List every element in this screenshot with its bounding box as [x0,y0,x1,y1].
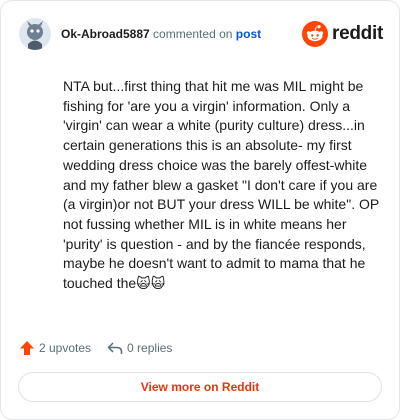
reply-icon [107,342,123,354]
user-avatar[interactable] [19,18,51,50]
comment-meta: Ok-Abroad5887 commented on post [61,27,261,41]
upvote-count: 2 upvotes [39,341,92,355]
embedded-comment-card: Ok-Abroad5887 commented on post reddit N… [0,0,400,420]
reply-count: 0 replies [127,341,173,355]
reddit-snoo-icon [302,21,329,47]
comment-actions: 2 upvotes 0 replies [19,337,172,359]
username[interactable]: Ok-Abroad5887 [61,27,150,41]
upvote-button[interactable]: 2 upvotes [19,340,91,356]
comment-body: NTA but...first thing that hit me was MI… [63,78,379,292]
reddit-wordmark: reddit [332,23,383,44]
view-more-button[interactable]: View more on Reddit [18,372,382,402]
upvote-arrow-icon [20,341,34,355]
comment-header: Ok-Abroad5887 commented on post reddit [19,18,383,50]
reddit-logo[interactable]: reddit [302,21,383,47]
post-link[interactable]: post [236,27,261,41]
reply-button[interactable]: 0 replies [107,340,172,356]
action-text: commented on [153,27,233,41]
